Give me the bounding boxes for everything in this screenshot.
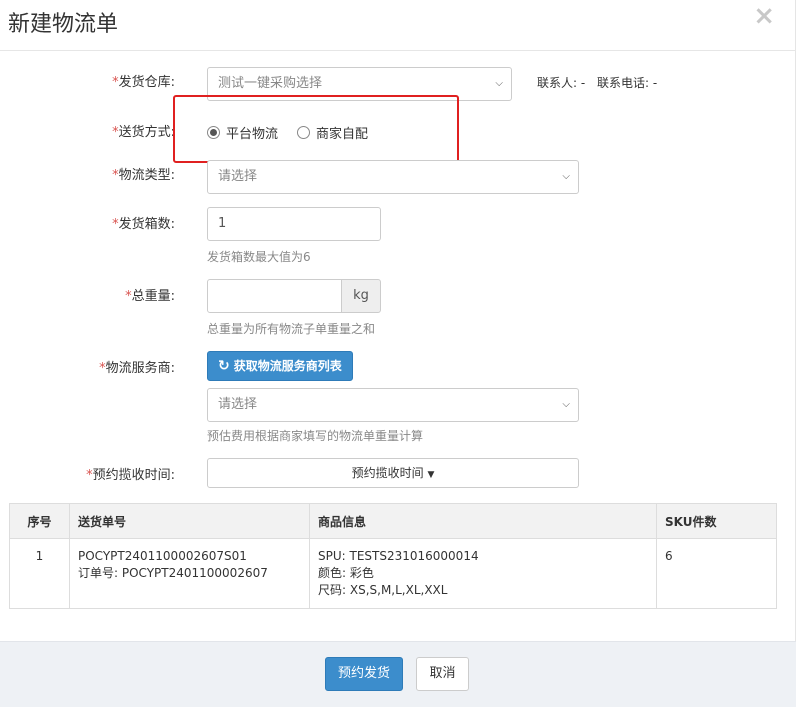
col-product-info: 商品信息 <box>309 503 657 539</box>
contact-phone: 联系电话: - <box>597 76 658 90</box>
confirm-shipment-button[interactable]: 预约发货 <box>325 657 404 691</box>
cell-sku-qty: 6 <box>656 538 777 609</box>
col-sku-qty: SKU件数 <box>656 503 777 539</box>
product-spu: SPU: TESTS231016000014 <box>318 549 479 563</box>
logistics-type-label: *物流类型: <box>112 168 175 183</box>
product-color: 颜色: 彩色 <box>318 566 374 580</box>
box-count-label: *发货箱数: <box>112 217 175 232</box>
service-provider-label: *物流服务商: <box>99 361 175 376</box>
title-divider <box>0 50 796 51</box>
col-delivery-no: 送货单号 <box>69 503 310 539</box>
close-icon[interactable]: × <box>753 2 775 30</box>
chevron-down-icon: ⌵ <box>495 78 503 89</box>
cell-product-info: SPU: TESTS231016000014 颜色: 彩色 尺码: XS,S,M… <box>309 538 657 609</box>
table-row: 1 POCYPT2401100002607S01 订单号: POCYPT2401… <box>9 538 777 609</box>
service-provider-placeholder: 请选择 <box>218 397 258 412</box>
refresh-icon: ↻ <box>218 358 230 374</box>
logistics-type-select[interactable]: 请选择 ⌵ <box>207 160 579 194</box>
cancel-button[interactable]: 取消 <box>416 657 469 691</box>
caret-down-icon: ▼ <box>427 470 435 480</box>
delivery-method-label: *送货方式: <box>112 125 175 140</box>
total-weight-input[interactable] <box>207 279 342 313</box>
box-count-input[interactable]: 1 <box>207 207 381 241</box>
chevron-down-icon: ⌵ <box>562 399 570 410</box>
weight-unit-addon: kg <box>341 279 381 313</box>
pickup-time-button[interactable]: 预约揽收时间 ▼ <box>207 458 579 488</box>
fetch-providers-button[interactable]: ↻ 获取物流服务商列表 <box>207 351 353 381</box>
table-header-row: 序号 送货单号 商品信息 SKU件数 <box>9 503 777 539</box>
logistics-type-placeholder: 请选择 <box>218 169 258 184</box>
delivery-items-table: 序号 送货单号 商品信息 SKU件数 1 POCYPT2401100002607… <box>9 503 777 609</box>
warehouse-select-value: 测试一键采购选择 <box>218 76 323 91</box>
col-index: 序号 <box>9 503 70 539</box>
cell-delivery-no: POCYPT2401100002607S01 订单号: POCYPT240110… <box>69 538 310 609</box>
warehouse-label: *发货仓库: <box>112 75 175 90</box>
delivery-number: POCYPT2401100002607S01 <box>78 549 247 563</box>
total-weight-label: *总重量: <box>125 289 175 304</box>
highlight-annotation-box <box>173 95 459 163</box>
product-size: 尺码: XS,S,M,L,XL,XXL <box>318 583 448 597</box>
chevron-down-icon: ⌵ <box>562 171 570 182</box>
dialog-footer: 预约发货 取消 <box>0 641 796 707</box>
contact-person: 联系人: - <box>537 76 586 90</box>
order-number: 订单号: POCYPT2401100002607 <box>78 566 268 580</box>
new-logistics-order-dialog: 新建物流单 × *发货仓库: 测试一键采购选择 ⌵ 联系人: - 联系电话: -… <box>0 0 796 707</box>
cell-index: 1 <box>9 538 70 609</box>
total-weight-help: 总重量为所有物流子单重量之和 <box>207 322 376 336</box>
box-count-help: 发货箱数最大值为6 <box>207 250 311 264</box>
pickup-time-label: *预约揽收时间: <box>86 468 175 483</box>
service-provider-select[interactable]: 请选择 ⌵ <box>207 388 579 422</box>
dialog-title: 新建物流单 <box>8 12 119 37</box>
service-provider-help: 预估费用根据商家填写的物流单重量计算 <box>207 429 424 443</box>
